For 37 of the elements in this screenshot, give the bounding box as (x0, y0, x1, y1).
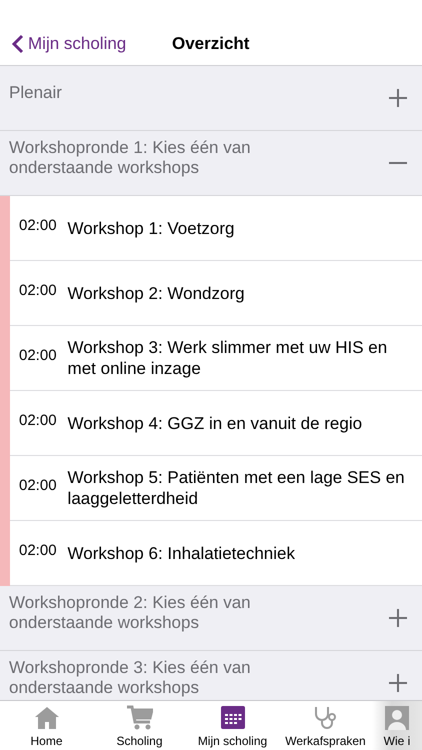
stethoscope-icon (312, 705, 338, 731)
workshop-row[interactable]: 02:00 Workshop 2: Wondzorg (0, 261, 422, 326)
workshop-title: Workshop 2: Wondzorg (68, 282, 245, 304)
status-stripe (0, 521, 10, 586)
workshop-title: Workshop 1: Voetzorg (68, 218, 234, 238)
calendar-icon (220, 705, 246, 731)
workshop-row[interactable]: 02:00 Workshop 4: GGZ in en vanuit de regio (0, 391, 422, 456)
home-icon (34, 705, 60, 731)
section-title: Workshopronde 3: Kies één van onderstaande workshops (9, 658, 252, 698)
workshop-title: Workshop 6: Inhalatietechniek (68, 542, 295, 564)
workshop-title: Workshop 4: GGZ in en vanuit de regio (68, 412, 362, 434)
workshop-time: 02:00 (19, 216, 57, 234)
section-title: Workshopronde 1: Kies één van onderstaande workshops (9, 138, 252, 178)
workshop-row[interactable]: 02:00 Workshop 3: Werk slimmer met uw HIS en met online inzage (0, 326, 422, 391)
tab-item[interactable]: Werkafspraken (279, 701, 372, 750)
person-icon (384, 705, 410, 731)
tab-item[interactable]: Scholing (93, 701, 186, 750)
section-title: Plenair (9, 83, 63, 103)
tab-item[interactable]: Wie i (372, 701, 422, 750)
workshop-time: 02:00 (19, 476, 57, 494)
workshop-title: Workshop 5: Patiënten met een lage SES en laaggeletterdheid (68, 467, 406, 509)
workshop-row[interactable]: 02:00 Workshop 6: Inhalatietechniek (0, 521, 422, 586)
screen-title: Overzicht (172, 34, 250, 54)
status-stripe (0, 196, 10, 261)
workshop-row[interactable]: 02:00 Workshop 1: Voetzorg (0, 196, 422, 261)
workshop-row[interactable]: 02:00 Workshop 5: Patiënten met een lage SES en laaggeletterdheid (0, 456, 422, 521)
cart-icon (126, 705, 152, 731)
workshop-time: 02:00 (19, 346, 57, 364)
workshop-time: 02:00 (19, 542, 57, 558)
tab-item[interactable]: Mijn scholing (186, 701, 279, 750)
section-title: Workshopronde 2: Kies één van onderstaande workshops (9, 593, 252, 633)
tab-item[interactable]: Home (0, 701, 93, 750)
back-icon (12, 34, 24, 54)
back-button[interactable]: Mijn scholing (12, 34, 160, 54)
workshop-title: Workshop 3: Werk slimmer met uw HIS en met online inzage (68, 337, 388, 379)
workshop-time: 02:00 (19, 282, 57, 298)
workshop-time: 02:00 (19, 412, 57, 428)
